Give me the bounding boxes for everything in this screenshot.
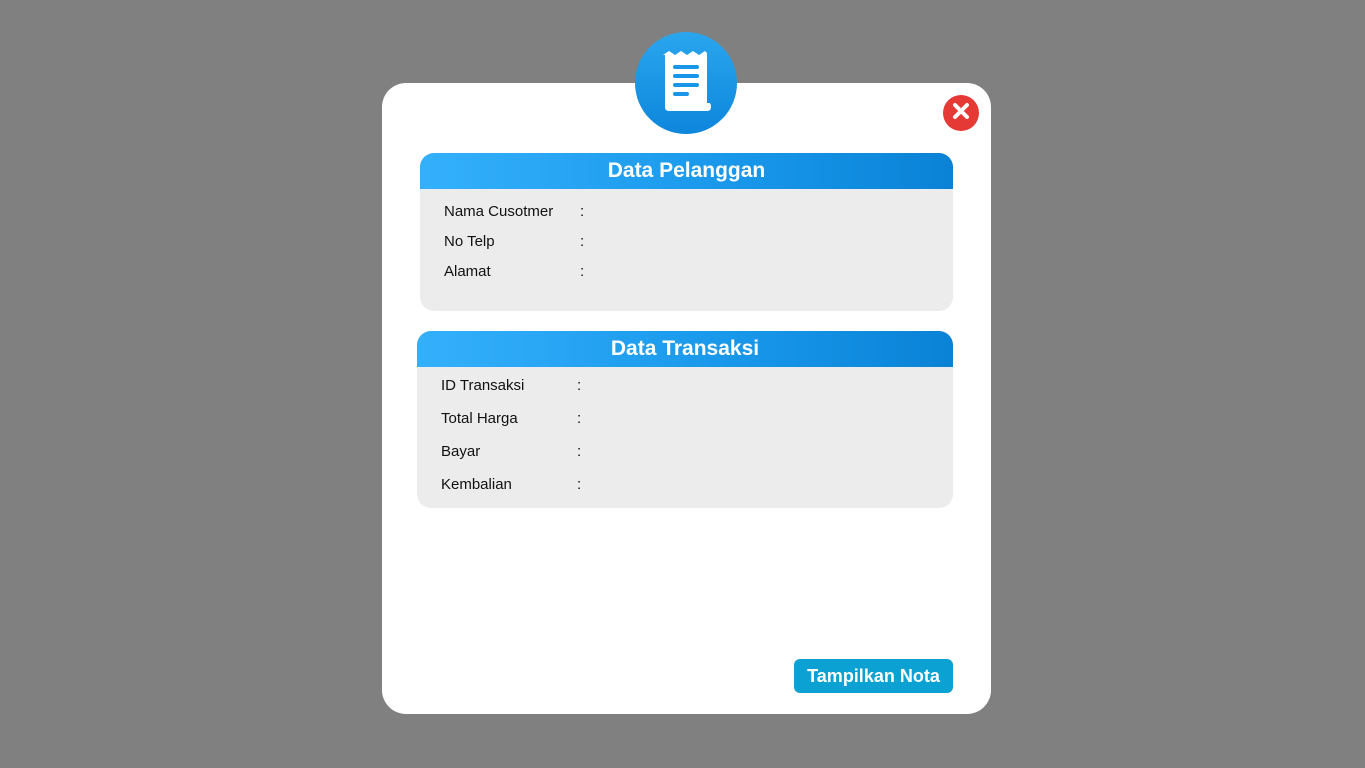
field-separator: : xyxy=(580,233,585,250)
field-separator: : xyxy=(580,263,585,280)
field-label: Nama Cusotmer xyxy=(444,203,554,220)
total-price-row: Total Harga : xyxy=(441,410,589,427)
close-icon xyxy=(951,101,971,126)
field-separator: : xyxy=(577,410,582,427)
customer-name-row: Nama Cusotmer : xyxy=(444,203,592,220)
field-separator: : xyxy=(577,476,582,493)
receipt-badge xyxy=(635,32,737,134)
transaction-id-row: ID Transaksi : xyxy=(441,377,589,394)
field-label: Alamat xyxy=(444,263,491,280)
customer-panel-title: Data Pelanggan xyxy=(420,153,953,189)
change-row: Kembalian : xyxy=(441,476,589,493)
close-button[interactable] xyxy=(943,95,979,131)
field-label: Kembalian xyxy=(441,476,512,493)
field-separator: : xyxy=(577,377,582,394)
field-label: ID Transaksi xyxy=(441,377,525,394)
receipt-icon xyxy=(659,49,713,118)
field-label: No Telp xyxy=(444,233,495,250)
field-label: Bayar xyxy=(441,443,481,460)
field-separator: : xyxy=(580,203,585,220)
customer-phone-row: No Telp : xyxy=(444,233,592,250)
transaction-data-panel: Data Transaksi ID Transaksi : Total Harg… xyxy=(417,331,953,508)
customer-data-panel: Data Pelanggan Nama Cusotmer : No Telp :… xyxy=(420,153,953,311)
field-separator: : xyxy=(577,443,582,460)
show-receipt-button[interactable]: Tampilkan Nota xyxy=(794,659,953,693)
transaction-panel-title: Data Transaksi xyxy=(417,331,953,367)
customer-address-row: Alamat : xyxy=(444,263,592,280)
field-label: Total Harga xyxy=(441,410,518,427)
payment-row: Bayar : xyxy=(441,443,589,460)
